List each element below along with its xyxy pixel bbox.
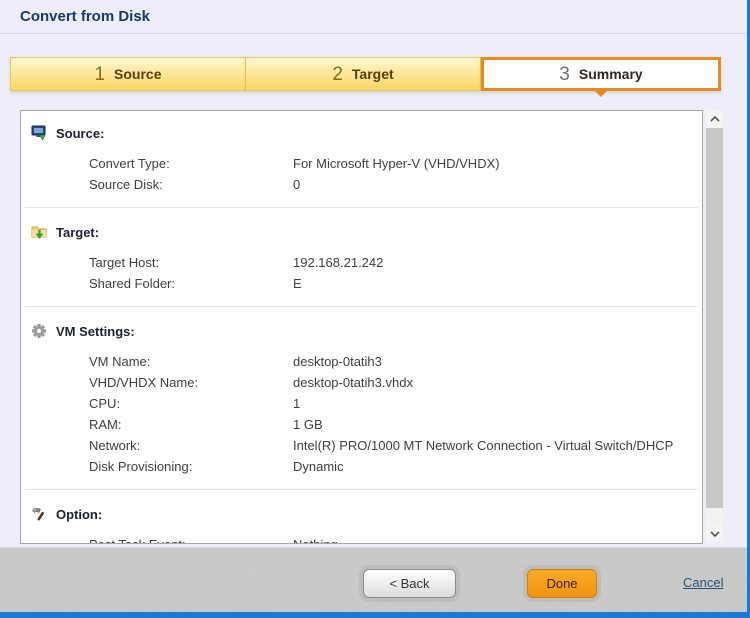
section-divider	[25, 489, 698, 490]
folder-download-icon	[31, 224, 47, 240]
scroll-down-button[interactable]	[706, 525, 723, 542]
summary-row: RAM: 1 GB	[89, 414, 702, 435]
row-value: E	[293, 276, 702, 291]
row-value: 0	[293, 177, 702, 192]
tab-label: Target	[352, 66, 394, 82]
row-label: CPU:	[89, 396, 293, 411]
section-source: Source: Convert Type: For Microsoft Hype…	[21, 123, 702, 208]
row-label: Disk Provisioning:	[89, 459, 293, 474]
section-title: Source:	[56, 126, 104, 141]
row-value: desktop-0tatih3.vhdx	[293, 375, 702, 390]
cancel-link[interactable]: Cancel	[683, 575, 723, 590]
row-label: Network:	[89, 438, 293, 453]
row-label: Target Host:	[89, 255, 293, 270]
row-value: For Microsoft Hyper-V (VHD/VHDX)	[293, 156, 702, 171]
summary-row: Disk Provisioning: Dynamic	[89, 456, 702, 477]
summary-row: Source Disk: 0	[89, 174, 702, 195]
section-divider	[25, 207, 698, 208]
row-label: VM Name:	[89, 354, 293, 369]
section-target: Target: Target Host: 192.168.21.242 Shar…	[21, 222, 702, 307]
row-value: desktop-0tatih3	[293, 354, 702, 369]
row-label: Convert Type:	[89, 156, 293, 171]
scrollbar-thumb[interactable]	[706, 128, 723, 508]
section-title: Target:	[56, 225, 99, 240]
row-value: 1	[293, 396, 702, 411]
done-button[interactable]: Done	[527, 569, 597, 598]
tools-icon	[31, 506, 47, 522]
tab-label: Summary	[579, 66, 643, 82]
computer-icon	[31, 125, 47, 141]
summary-row: Network: Intel(R) PRO/1000 MT Network Co…	[89, 435, 702, 456]
gear-icon	[31, 323, 47, 339]
section-divider	[25, 306, 698, 307]
section-title: Option:	[56, 507, 102, 522]
row-value: Dynamic	[293, 459, 702, 474]
window-border-bottom	[0, 612, 750, 618]
scroll-up-button[interactable]	[706, 110, 723, 127]
summary-row: Target Host: 192.168.21.242	[89, 252, 702, 273]
wizard-steps: 1 Source 2 Target 3 Summary	[10, 57, 721, 91]
section-option: Option: Post Task Event: Nothing	[21, 504, 702, 544]
row-label: Post Task Event:	[89, 537, 293, 544]
summary-row: VHD/VHDX Name: desktop-0tatih3.vhdx	[89, 372, 702, 393]
row-label: Shared Folder:	[89, 276, 293, 291]
tab-number: 2	[332, 65, 343, 84]
summary-row: CPU: 1	[89, 393, 702, 414]
chevron-down-icon	[710, 531, 720, 537]
row-value: 1 GB	[293, 417, 702, 432]
summary-row: Post Task Event: Nothing	[89, 534, 702, 544]
summary-row: Shared Folder: E	[89, 273, 702, 294]
summary-row: VM Name: desktop-0tatih3	[89, 351, 702, 372]
row-label: Source Disk:	[89, 177, 293, 192]
tab-target[interactable]: 2 Target	[246, 57, 481, 91]
tab-label: Source	[114, 66, 161, 82]
summary-row: Convert Type: For Microsoft Hyper-V (VHD…	[89, 153, 702, 174]
row-value: 192.168.21.242	[293, 255, 702, 270]
footer-bar: < Back Done Cancel	[0, 547, 750, 613]
vertical-scrollbar[interactable]	[706, 110, 723, 542]
row-value: Intel(R) PRO/1000 MT Network Connection …	[293, 438, 702, 453]
tab-summary[interactable]: 3 Summary	[481, 57, 721, 91]
row-label: VHD/VHDX Name:	[89, 375, 293, 390]
section-title: VM Settings:	[56, 324, 135, 339]
active-tab-arrow	[592, 88, 610, 97]
section-vm-settings: VM Settings: VM Name: desktop-0tatih3 VH…	[21, 321, 702, 490]
chevron-up-icon	[710, 116, 720, 122]
tab-number: 1	[94, 65, 105, 84]
row-label: RAM:	[89, 417, 293, 432]
back-button[interactable]: < Back	[363, 569, 456, 598]
tab-source[interactable]: 1 Source	[10, 57, 246, 91]
tab-number: 3	[559, 65, 570, 84]
row-value: Nothing	[293, 537, 702, 544]
summary-panel: Source: Convert Type: For Microsoft Hype…	[20, 110, 703, 544]
window-titlebar: Convert from Disk	[0, 0, 750, 34]
page-title: Convert from Disk	[20, 8, 150, 25]
